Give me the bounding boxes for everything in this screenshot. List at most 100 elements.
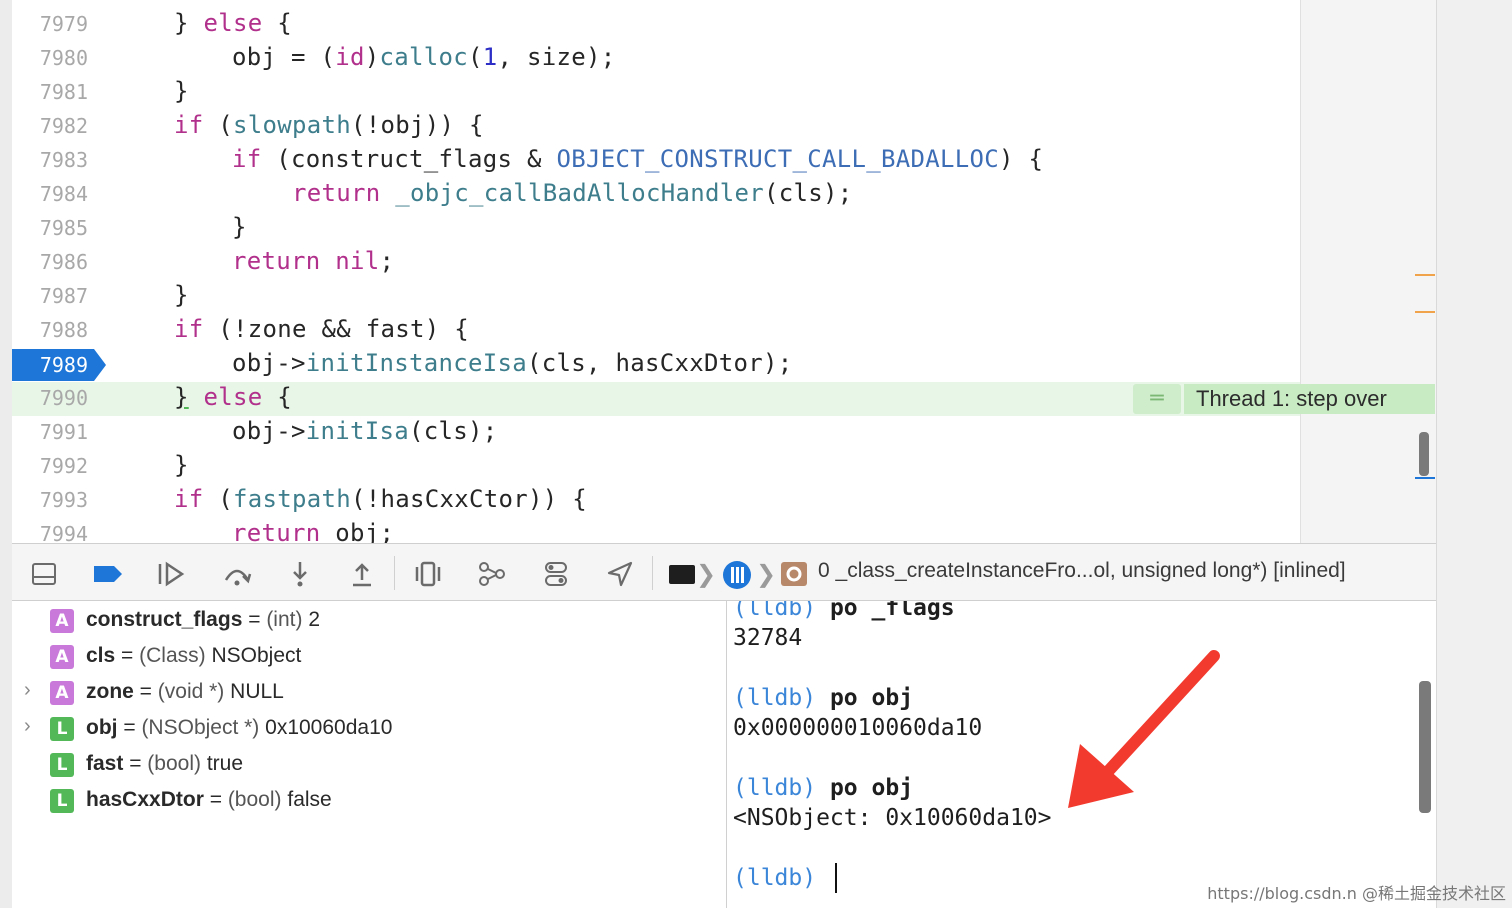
simulate-location-icon[interactable]: [606, 560, 634, 588]
chevron-right-icon: ❯: [756, 560, 777, 588]
console-command-line: (lldb) po obj: [733, 685, 913, 711]
line-number[interactable]: 7979: [20, 12, 88, 36]
line-number[interactable]: 7986: [20, 250, 88, 274]
code-line[interactable]: return _objc_callBadAllocHandler(cls);: [292, 179, 852, 207]
console-prompt: (lldb): [733, 775, 817, 801]
code-line[interactable]: obj->initInstanceIsa(cls, hasCxxDtor);: [232, 349, 793, 377]
line-number[interactable]: 7992: [20, 454, 88, 478]
variable-name: obj: [86, 716, 118, 739]
toolbar-separator: [652, 556, 653, 590]
variable-value: true: [206, 752, 244, 775]
view-hierarchy-icon[interactable]: [414, 560, 442, 588]
continue-icon[interactable]: [156, 560, 185, 588]
code-line[interactable]: obj = (id)calloc(1, size);: [232, 43, 616, 71]
text-caret: [835, 863, 837, 893]
memory-graph-icon[interactable]: [478, 560, 506, 588]
variable-name: hasCxxDtor: [86, 788, 204, 811]
code-line[interactable]: }: [174, 451, 189, 479]
variable-row[interactable]: › L obj = (NSObject *) 0x10060da10: [12, 711, 726, 745]
step-out-icon[interactable]: [348, 560, 376, 588]
stack-frame-gear-icon[interactable]: [780, 560, 808, 588]
inspector-edge: [1436, 0, 1512, 908]
line-number[interactable]: 7990: [20, 386, 88, 410]
variable-type: (int): [266, 608, 303, 631]
code-line[interactable]: }: [174, 281, 189, 309]
minimap-marker: [1415, 311, 1435, 313]
code-line[interactable]: return nil;: [232, 247, 394, 275]
variable-value: NULL: [230, 680, 284, 703]
console-command: po _flags: [829, 601, 955, 621]
hide-debug-area-icon[interactable]: [30, 560, 58, 588]
code-line[interactable]: if (fastpath(!hasCxxCtor)) {: [174, 485, 587, 513]
thread-icon[interactable]: [722, 560, 751, 589]
line-number[interactable]: 7987: [20, 284, 88, 308]
variable-row[interactable]: A cls = (Class) NSObject: [12, 639, 726, 673]
line-number[interactable]: 7980: [20, 46, 88, 70]
argument-badge: A: [50, 609, 74, 633]
disclosure-chevron-icon[interactable]: ›: [24, 679, 31, 702]
line-number[interactable]: 7981: [20, 80, 88, 104]
argument-badge: A: [50, 681, 74, 705]
environment-overrides-icon[interactable]: [542, 560, 570, 588]
code-line[interactable]: return obj;: [232, 519, 394, 543]
code-line[interactable]: }: [232, 213, 247, 241]
console-command-line: (lldb) po obj: [733, 775, 913, 801]
console-input-line[interactable]: (lldb): [733, 865, 816, 891]
minimap-marker: [1415, 477, 1435, 479]
code-line[interactable]: }: [174, 77, 189, 105]
step-into-icon[interactable]: [286, 560, 314, 588]
breakpoints-toggle-icon[interactable]: [92, 560, 122, 588]
minimap-rail[interactable]: [1300, 0, 1436, 543]
variable-type: (bool): [227, 788, 282, 811]
variable-type: (NSObject *): [141, 716, 260, 739]
disclosure-chevron-icon[interactable]: ›: [24, 715, 31, 738]
editor-scrollbar-thumb[interactable]: [1419, 432, 1429, 476]
variable-type: (bool): [147, 752, 201, 775]
breakpoint-marker-tip: [94, 349, 106, 381]
variable-row[interactable]: › A zone = (void *) NULL: [12, 675, 726, 709]
stack-frame-label[interactable]: 0 _class_createInstanceFro...ol, unsigne…: [818, 559, 1346, 583]
variable-name: construct_flags: [86, 608, 243, 631]
thread-status-badge[interactable]: Thread 1: step over: [1184, 384, 1435, 414]
variable-value: 0x10060da10: [265, 716, 393, 739]
annotation-arrow-icon: [1068, 650, 1220, 808]
code-line[interactable]: obj->initIsa(cls);: [232, 417, 498, 445]
variable-name: zone: [86, 680, 134, 703]
minimap-marker: [1415, 274, 1435, 276]
console-output: <NSObject: 0x10060da10>: [733, 805, 1052, 831]
line-number[interactable]: 7993: [20, 488, 88, 512]
console-prompt: (lldb): [733, 685, 817, 711]
toolbar-separator: [394, 556, 395, 590]
variable-row[interactable]: A construct_flags = (int) 2: [12, 603, 726, 637]
code-line[interactable]: } else {: [174, 9, 292, 37]
line-number[interactable]: 7994: [20, 522, 88, 543]
variable-value: false: [287, 788, 332, 811]
terminal-icon[interactable]: [668, 560, 696, 588]
left-edge-strip: [0, 0, 12, 908]
console-command: po obj: [829, 685, 914, 711]
line-number[interactable]: 7982: [20, 114, 88, 138]
console-output: 0x000000010060da10: [733, 715, 983, 741]
variables-view[interactable]: A construct_flags = (int) 2 A cls = (Cla…: [12, 601, 727, 908]
line-number[interactable]: 7984: [20, 182, 88, 206]
console-scrollbar-thumb[interactable]: [1419, 681, 1431, 813]
line-number[interactable]: 7985: [20, 216, 88, 240]
line-number[interactable]: 7988: [20, 318, 88, 342]
line-number[interactable]: 7991: [20, 420, 88, 444]
variable-row[interactable]: L hasCxxDtor = (bool) false: [12, 783, 726, 817]
local-badge: L: [50, 717, 74, 741]
code-line[interactable]: if (!zone && fast) {: [174, 315, 469, 343]
console-prompt: (lldb): [733, 601, 817, 621]
code-line[interactable]: if (slowpath(!obj)) {: [174, 111, 484, 139]
variable-value: NSObject: [211, 644, 302, 667]
watermark: https://blog.csdn.n @稀土掘金技术社区: [1207, 884, 1506, 903]
chevron-right-icon: ❯: [696, 560, 717, 588]
source-editor[interactable]: 7979 7980 7981 7982 7983 7984 7985 7986 …: [0, 0, 1436, 543]
console-output: 32784: [733, 625, 803, 651]
step-over-icon[interactable]: [222, 560, 252, 588]
line-number[interactable]: 7983: [20, 148, 88, 172]
code-line[interactable]: if (construct_flags & OBJECT_CONSTRUCT_C…: [232, 145, 1043, 173]
variable-row[interactable]: L fast = (bool) true: [12, 747, 726, 781]
code-line[interactable]: } else {: [174, 383, 292, 411]
current-line-number[interactable]: 7989: [12, 349, 88, 381]
